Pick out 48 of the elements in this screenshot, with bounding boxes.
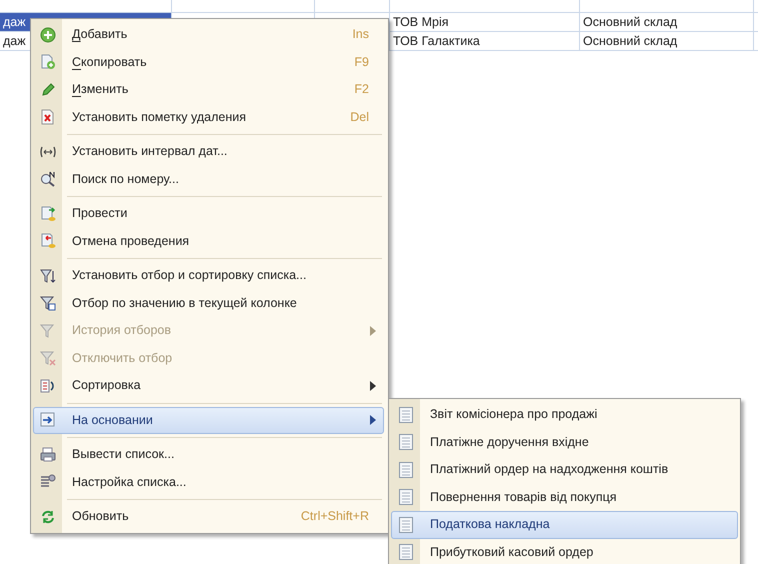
menu-item[interactable]: Провести — [33, 200, 384, 228]
menu-item[interactable]: Настройка списка... — [33, 468, 384, 496]
menu-item[interactable]: Установить пометку удаления Del — [33, 104, 384, 131]
document-icon — [399, 489, 413, 506]
post-document-icon — [40, 206, 56, 222]
menu-item[interactable]: Поиск по номеру... — [33, 166, 384, 193]
plus-icon — [40, 26, 56, 43]
delete-icon — [40, 109, 56, 126]
submenu-item[interactable]: Податкова накладна — [391, 511, 738, 538]
filter-icon — [40, 295, 56, 312]
submenu-arrow-icon — [369, 326, 377, 336]
submenu-item[interactable]: Звіт комісіонера про продажі — [391, 401, 738, 428]
table-cell: Основний склад — [580, 32, 754, 50]
submenu-item[interactable]: Прибутковий касовий ордер — [391, 538, 738, 564]
sort-icon — [40, 378, 56, 394]
submenu-arrow-icon — [369, 415, 377, 426]
submenu-item[interactable]: Повернення товарів від покупця — [391, 484, 738, 511]
menu-item[interactable]: Сортировка — [33, 372, 384, 400]
menu-item[interactable]: На основании — [33, 406, 384, 434]
submenu-arrow-icon — [369, 380, 377, 391]
menu-item[interactable]: Скопировать F9 — [33, 48, 384, 76]
submenu-item[interactable]: Платіжний ордер на надходження коштів — [391, 456, 738, 484]
filter-sort-icon — [40, 268, 56, 284]
filter-off-icon — [40, 350, 56, 366]
menu-item[interactable]: Обновить Ctrl+Shift+R — [33, 503, 384, 530]
table-cell: ТОВ Галактика — [390, 32, 580, 50]
copy-icon — [40, 54, 56, 70]
arrow-document-icon — [40, 412, 56, 428]
filter-history-icon — [40, 322, 56, 339]
refresh-icon — [40, 508, 56, 525]
menu-item[interactable]: Установить интервал дат... — [33, 138, 384, 166]
printer-icon — [40, 446, 56, 463]
menu-item[interactable]: Отбор по значению в текущей колонке — [33, 290, 384, 317]
document-icon — [399, 544, 413, 560]
menu-item[interactable]: Установить отбор и сортировку списка... — [33, 262, 384, 290]
search-icon — [40, 171, 56, 188]
document-icon — [399, 434, 413, 450]
document-icon — [399, 516, 413, 533]
document-icon — [399, 406, 413, 423]
document-icon — [399, 462, 413, 478]
pencil-icon — [40, 82, 56, 98]
table-cell: ТОВ Мрія — [390, 13, 580, 31]
menu-item[interactable]: Отмена проведения — [33, 228, 384, 255]
table-cell: Основний склад — [580, 13, 754, 31]
unpost-document-icon — [40, 233, 56, 250]
submenu-item[interactable]: Платіжне доручення вхідне — [391, 428, 738, 456]
menu-item[interactable]: Изменить F2 — [33, 76, 384, 104]
menu-item[interactable]: Вывести список... — [33, 441, 384, 468]
